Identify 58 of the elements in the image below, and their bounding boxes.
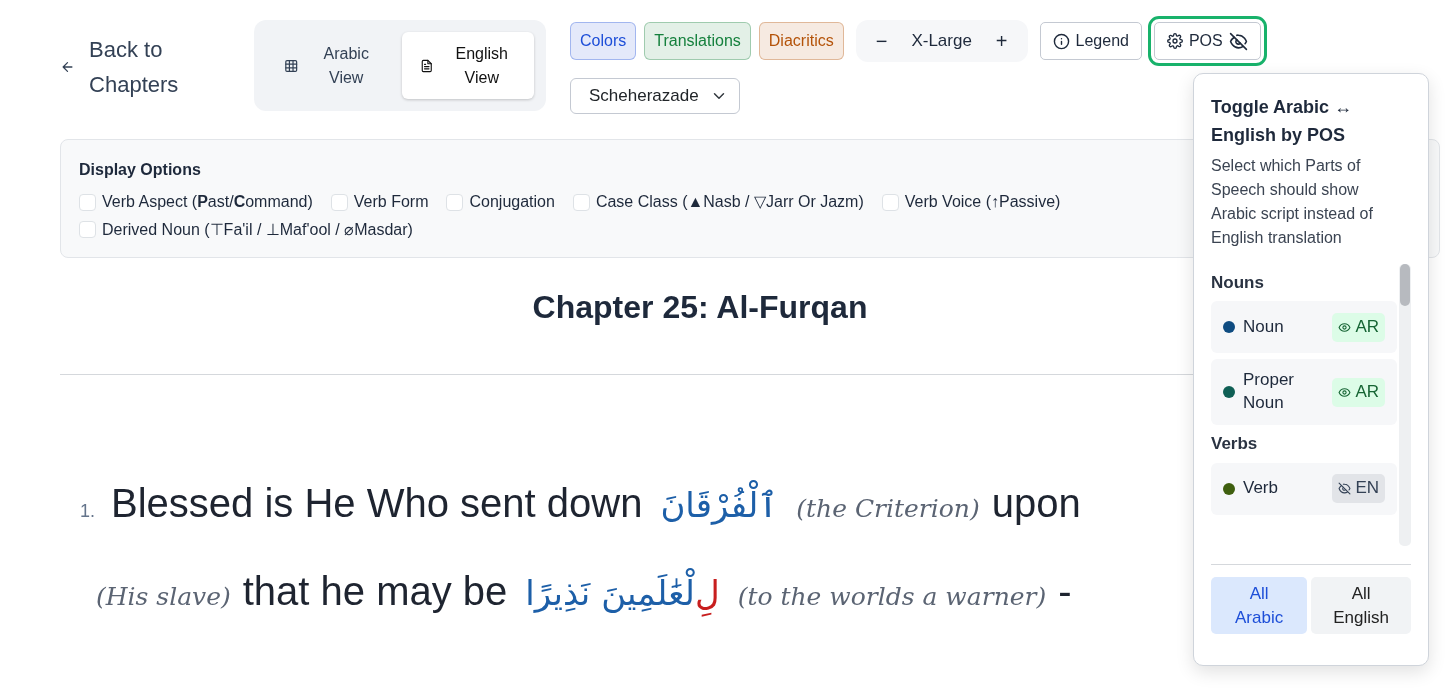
translation-gloss: (to the worlds a warner) xyxy=(737,582,1047,612)
verse-text: that he may be xyxy=(242,569,508,614)
verse-text: upon xyxy=(991,481,1081,526)
font-size-value: X-Large xyxy=(910,30,973,53)
verse-text: Blessed is He Who sent down xyxy=(111,481,643,526)
checkbox-option[interactable]: Verb Voice (↑Passive) xyxy=(881,190,1061,214)
all-button[interactable]: All Arabic xyxy=(1211,576,1308,635)
chapter-title: Chapter 25: Al-Furqan xyxy=(532,288,868,327)
legend-button[interactable]: Legend xyxy=(1039,22,1142,60)
checkbox[interactable] xyxy=(881,193,899,211)
group-heading: Nouns xyxy=(1211,271,1265,294)
checkbox[interactable] xyxy=(79,193,96,211)
feature-toggle[interactable]: Translations xyxy=(644,22,751,60)
verse-number: 1. xyxy=(80,501,95,522)
arabic-word: ٱلْفُرْقَانَ xyxy=(660,477,779,536)
translation-gloss: (His slave) xyxy=(96,582,231,612)
translation-gloss: (the Criterion) xyxy=(796,494,980,524)
popover-title: Toggle Arabic ↔ English by POS xyxy=(1211,96,1353,147)
arabic-toggle[interactable]: AR xyxy=(1332,377,1385,407)
info-icon xyxy=(1052,32,1070,50)
checkbox[interactable] xyxy=(446,193,464,211)
pos-row[interactable]: Proper Noun AR xyxy=(1211,359,1397,426)
checkbox[interactable] xyxy=(330,193,348,211)
checkbox-option[interactable]: Verb Aspect (Past/Command) xyxy=(79,190,313,214)
arabic-prefix: لِ xyxy=(694,565,720,624)
checkbox-option[interactable]: Verb Form xyxy=(330,190,429,214)
arabic-toggle[interactable]: AR xyxy=(1332,312,1385,342)
pos-row[interactable]: Verb EN xyxy=(1211,462,1397,515)
pos-label: Verb xyxy=(1243,477,1279,500)
popover-description: Select which Parts of Speech should show Arabic script instead of English translation xyxy=(1211,155,1374,248)
back-link[interactable]: Back to Chapters xyxy=(60,20,230,103)
pos-row[interactable]: Noun AR xyxy=(1211,301,1397,354)
pos-label: Proper Noun xyxy=(1243,369,1296,415)
feature-toggle[interactable]: Diacritics xyxy=(758,22,844,60)
checkbox-option[interactable]: Conjugation xyxy=(446,190,555,214)
feature-toggle[interactable]: Colors xyxy=(570,22,637,60)
eye-slash-icon xyxy=(1228,31,1248,51)
checkbox[interactable] xyxy=(572,193,590,211)
panel-title: Display Options xyxy=(79,160,201,180)
pos-label: Noun xyxy=(1243,315,1285,338)
gear-icon xyxy=(1166,33,1183,49)
checkbox-option[interactable]: Case Class (▲Nasb / ▽Jarr Or Jazm) xyxy=(572,190,864,214)
scrollbar-thumb[interactable] xyxy=(1400,263,1410,306)
group-heading: Verbs xyxy=(1211,433,1259,456)
eye-slash-icon xyxy=(1338,482,1352,496)
eye-icon xyxy=(1338,385,1352,399)
all-button[interactable]: All English xyxy=(1311,576,1411,635)
view-tab[interactable]: Arabic View xyxy=(266,32,398,99)
font-select[interactable]: Scheherazade xyxy=(570,78,740,114)
checkbox[interactable] xyxy=(79,221,96,238)
view-tab[interactable]: English View xyxy=(402,32,534,99)
arabic-word: لْعَٰلَمِينَ نَذِيرًا xyxy=(525,565,695,624)
verse-text: - xyxy=(1058,569,1072,614)
checkbox-option[interactable]: Derived Noun (⊤Fa'il / ⊥Maf'ool / ⌀Masdar) xyxy=(79,217,413,242)
eye-icon xyxy=(1338,320,1352,334)
increase-button[interactable]: + xyxy=(987,26,1016,56)
decrease-button[interactable]: − xyxy=(867,26,896,56)
english-toggle[interactable]: EN xyxy=(1332,474,1385,504)
